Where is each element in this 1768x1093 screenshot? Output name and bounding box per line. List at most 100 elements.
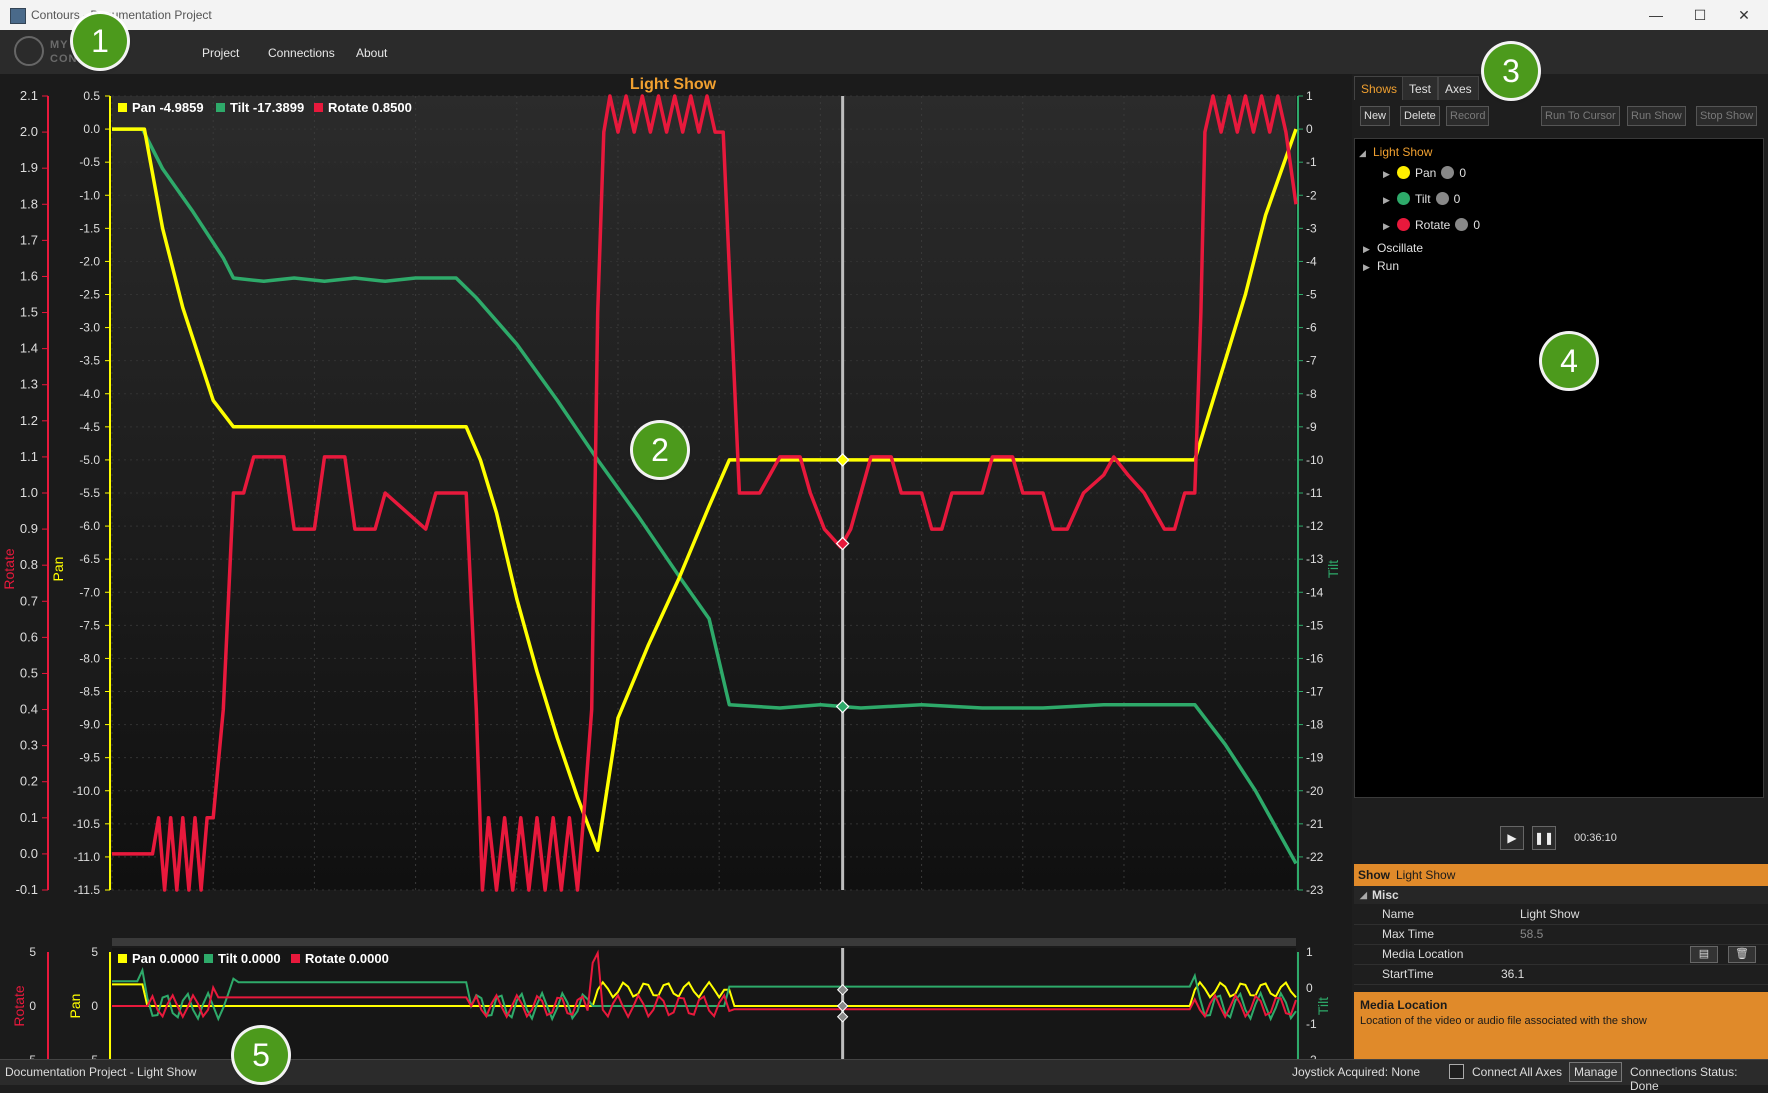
overview-pan-tick: 5 [91,945,98,959]
play-button[interactable]: ▶ [1500,826,1524,850]
rotate-tick-label: -0.1 [16,882,38,897]
palette-icon [1397,218,1410,231]
pan-tick-label: -6.0 [79,519,100,533]
description-title: Media Location [1360,998,1448,1012]
shows-toolbar: New Delete Record Run To Cursor Run Show… [1354,104,1764,130]
collapse-arrow-icon[interactable]: ◢ [1360,886,1367,904]
tilt-tick-label: -20 [1306,784,1324,798]
pan-tick-label: -3.0 [79,321,100,335]
connect-all-axes-checkbox[interactable] [1449,1064,1464,1079]
expand-arrow-icon[interactable]: ▶ [1383,165,1397,183]
tilt-tick-label: 0 [1306,122,1313,136]
legend-swatch [216,103,225,112]
window-title: Contours - Documentation Project [31,8,212,22]
menu-about[interactable]: About [356,46,387,60]
right-panel: Shows Test Axes New Delete Record Run To… [1352,74,1768,1059]
tab-test[interactable]: Test [1402,76,1439,100]
tilt-tick-label: -11 [1306,486,1323,500]
tilt-tick-label: -7 [1306,354,1317,368]
pause-button[interactable]: ❚❚ [1532,826,1556,850]
window-titlebar: Contours - Documentation Project — ☐ ✕ [0,0,1768,30]
overview-rotate-tick: 5 [29,945,36,959]
property-row-max-time[interactable]: Max Time 58.5 [1354,925,1768,945]
pan-tick-label: -5.0 [79,453,100,467]
tree-item-run[interactable]: ▶ Run [1363,257,1399,275]
status-dot-icon [1435,192,1449,205]
legend-entry: Pan -4.9859 [132,100,204,115]
delete-button[interactable]: Delete [1400,106,1440,126]
menu-connections[interactable]: Connections [268,46,335,60]
tilt-tick-label: -2 [1306,188,1317,202]
overview-splitter [112,938,1296,946]
run-to-cursor-button[interactable]: Run To Cursor [1541,106,1620,126]
timeline-chart[interactable]: Light Show 2.1 2.0 1.9 1.8 1.7 1.6 1.5 1.4 1.3 1.… [0,74,1352,1084]
rotate-tick-label: 0.5 [20,665,38,680]
run-show-button[interactable]: Run Show [1627,106,1686,126]
close-button[interactable]: ✕ [1729,4,1759,26]
browse-media-button[interactable]: ▤ [1690,946,1718,963]
maximize-button[interactable]: ☐ [1685,4,1715,26]
app-icon [10,8,26,24]
property-category-misc[interactable]: ◢ Misc [1354,886,1768,904]
pan-tick-label: -5.5 [79,486,100,500]
manage-button[interactable]: Manage [1569,1062,1623,1082]
property-row-name[interactable]: Name Light Show [1354,905,1768,925]
logo-ring-icon [14,36,44,66]
rotate-tick-label: 0.2 [20,774,38,789]
tree-item-oscillate[interactable]: ▶ Oscillate [1363,239,1423,257]
expand-arrow-icon[interactable]: ▶ [1383,191,1397,209]
pan-tick-label: -0.5 [79,155,100,169]
main-chart: 2.1 2.0 1.9 1.8 1.7 1.6 1.5 1.4 1.3 1.2 1.1 1.0 0.9 0… [1,88,1341,897]
tab-axes[interactable]: Axes [1438,76,1479,100]
pan-tick-label: -11.5 [74,883,101,897]
tilt-tick-label: -12 [1306,519,1324,533]
expand-arrow-icon[interactable]: ▶ [1363,258,1377,276]
legend-swatch [314,103,323,112]
status-project: Documentation Project - Light Show [5,1065,197,1079]
show-tree[interactable]: ◢ Light Show ▶ Pan 0 ▶ Tilt 0 ▶ Rotate 0 ▶ Oscil… [1354,138,1764,798]
connect-all-axes-label[interactable]: Connect All Axes [1472,1065,1562,1079]
record-button[interactable]: Record [1446,106,1490,126]
overview-tilt-tick: -1 [1306,1017,1317,1031]
palette-icon [1397,166,1410,179]
callout-badge-2: 2 [633,423,687,477]
minimize-button[interactable]: — [1641,4,1671,26]
tree-item-pan[interactable]: ▶ Pan 0 [1383,164,1466,182]
overview-rotate-tick: 0 [29,999,36,1013]
overview-legend-swatch [118,954,127,963]
tilt-tick-label: -13 [1306,552,1324,566]
expand-arrow-icon[interactable]: ▶ [1363,240,1377,258]
overview-pan-tick: 0 [91,999,98,1013]
timeline-chart-area[interactable]: Light Show 2.1 2.0 1.9 1.8 1.7 1.6 1.5 1.4 1.3 1.… [0,74,1352,1084]
collapse-arrow-icon[interactable]: ◢ [1359,144,1373,162]
legend-entry: Rotate 0.8500 [328,100,412,115]
clear-media-button[interactable]: 🗑 [1728,946,1756,963]
pan-tick-label: -1.5 [79,221,100,235]
tree-item-rotate[interactable]: ▶ Rotate 0 [1383,216,1480,234]
overview-chart: 5500-5-510-1-2RotatePanTiltPan 0.0000Til… [11,938,1331,1084]
rotate-tick-label: 1.0 [20,485,38,500]
new-button[interactable]: New [1360,106,1391,126]
legend-swatch [118,103,127,112]
tilt-tick-label: -17 [1306,685,1324,699]
rotate-tick-label: 1.3 [20,377,38,392]
overview-legend-entry: Rotate 0.0000 [305,951,389,966]
property-header: Show Light Show [1354,864,1768,886]
rotate-tick-label: 0.0 [20,846,38,861]
pan-tick-label: -9.0 [79,718,100,732]
playback-controls: ▶ ❚❚ 00:36:10 [1352,826,1768,856]
tab-shows[interactable]: Shows [1354,76,1405,100]
pan-tick-label: -11.0 [74,850,101,864]
expand-arrow-icon[interactable]: ▶ [1383,217,1397,235]
property-row-media-location[interactable]: Media Location ▤ 🗑 [1354,945,1768,965]
stop-show-button[interactable]: Stop Show [1696,106,1758,126]
pan-tick-label: -7.5 [79,618,100,632]
pan-tick-label: -4.5 [79,420,100,434]
menu-project[interactable]: Project [202,46,239,60]
property-row-start-time[interactable]: StartTime 36.1 [1354,965,1768,985]
tree-item-tilt[interactable]: ▶ Tilt 0 [1383,190,1460,208]
tree-item-light-show[interactable]: ◢ Light Show [1359,143,1432,161]
rotate-tick-label: 1.1 [20,449,38,464]
pan-tick-label: -6.5 [79,552,100,566]
pan-tick-label: 0.5 [83,89,100,103]
